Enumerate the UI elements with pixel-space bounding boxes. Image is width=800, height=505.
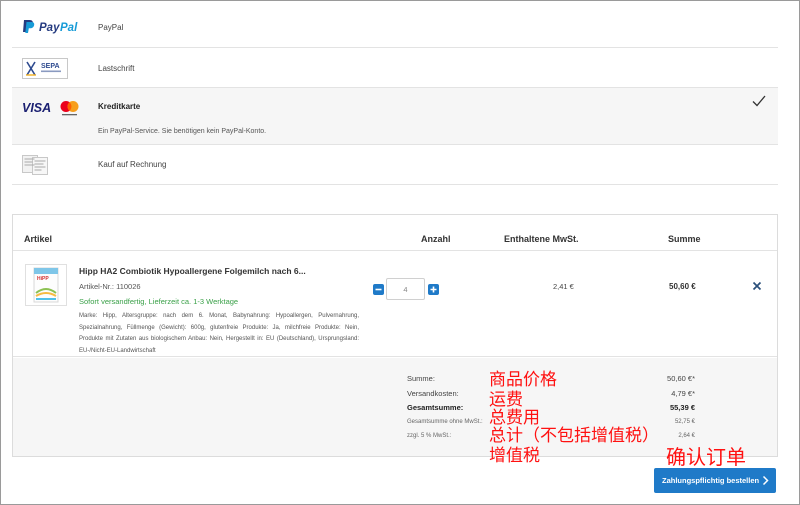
total-label: Summe: bbox=[407, 374, 435, 383]
place-order-button[interactable]: Zahlungspflichtig bestellen bbox=[654, 468, 776, 493]
payment-option-paypal[interactable]: Pay Pal PayPal bbox=[12, 7, 778, 48]
header-artikel: Artikel bbox=[24, 234, 53, 244]
remove-item-button[interactable] bbox=[751, 280, 763, 292]
header-mwst: Enthaltene MwSt. bbox=[504, 234, 579, 244]
annotation-vat: 增值税 bbox=[489, 446, 540, 466]
svg-text:SEPA: SEPA bbox=[41, 63, 60, 70]
payment-label-invoice: Kauf auf Rechnung bbox=[98, 160, 167, 169]
product-delivery-status: Sofort versandfertig, Lieferzeit ca. 1-3… bbox=[79, 297, 239, 306]
total-label: zzgl. 5 % MwSt.: bbox=[407, 433, 452, 439]
total-label: Versandkosten: bbox=[407, 389, 459, 398]
product-box-icon: HiPP bbox=[33, 267, 59, 303]
total-value: 4,79 €* bbox=[671, 389, 695, 398]
quantity-decrease-button[interactable] bbox=[373, 284, 384, 295]
checkmark-icon bbox=[752, 95, 766, 107]
svg-text:HiPP: HiPP bbox=[37, 276, 49, 282]
cart-item-row: HiPP Hipp HA2 Combiotik Hypoallergene Fo… bbox=[13, 251, 777, 357]
payment-label-sepa: Lastschrift bbox=[98, 64, 135, 73]
payment-description: Ein PayPal-Service. Sie benötigen kein P… bbox=[98, 128, 267, 135]
place-order-label: Zahlungspflichtig bestellen bbox=[662, 476, 760, 485]
svg-text:Pay: Pay bbox=[39, 22, 60, 34]
total-value: 52,75 € bbox=[674, 419, 695, 425]
total-value: 55,39 € bbox=[669, 403, 695, 412]
annotation-confirm: 确认订单 bbox=[666, 445, 746, 469]
product-description: Marke: Hipp, Altersgruppe: nach dem 6. M… bbox=[79, 313, 359, 354]
total-label: Gesamtsumme: bbox=[407, 403, 464, 412]
cart-totals: Summe: 50,60 €* Versandkosten: 4,79 €* G… bbox=[13, 358, 777, 456]
item-sum-value: 50,60 € bbox=[669, 282, 696, 291]
close-icon bbox=[752, 281, 762, 291]
total-value: 2,64 € bbox=[678, 433, 695, 439]
total-value: 50,60 €* bbox=[667, 374, 695, 383]
payment-label-paypal: PayPal bbox=[98, 23, 124, 32]
product-sku: Artikel-Nr.: 110026 bbox=[79, 282, 141, 291]
payment-option-creditcard[interactable]: VISA Kreditkarte Ein PayPal-Service. Sie… bbox=[12, 88, 778, 145]
product-title[interactable]: Hipp HA2 Combiotik Hypoallergene Folgemi… bbox=[79, 266, 306, 276]
header-summe: Summe bbox=[668, 234, 701, 244]
cart-table: Artikel Anzahl Enthaltene MwSt. Summe Hi… bbox=[12, 214, 778, 457]
sepa-logo-icon: SEPA bbox=[22, 58, 68, 79]
visa-mastercard-logo-icon: VISA bbox=[22, 101, 79, 116]
quantity-input[interactable] bbox=[386, 278, 425, 300]
paypal-logo-icon: Pay Pal bbox=[23, 20, 78, 34]
header-anzahl: Anzahl bbox=[421, 234, 451, 244]
item-mwst-value: 2,41 € bbox=[553, 282, 574, 291]
svg-text:VISA: VISA bbox=[22, 101, 51, 115]
total-row-versand: Versandkosten: 4,79 €* bbox=[407, 389, 695, 401]
cart-header: Artikel Anzahl Enthaltene MwSt. Summe bbox=[13, 215, 777, 251]
product-image[interactable]: HiPP bbox=[25, 264, 67, 306]
payment-method-list: Pay Pal PayPal SEPA Lastschrift VISA Kre… bbox=[12, 7, 778, 185]
plus-icon bbox=[430, 286, 437, 293]
total-label: Gesamtsumme ohne MwSt.: bbox=[407, 419, 483, 425]
minus-icon bbox=[375, 288, 382, 291]
svg-text:Pal: Pal bbox=[60, 22, 78, 34]
chevron-right-icon bbox=[762, 475, 769, 486]
total-row-gesamt: Gesamtsumme: 55,39 € bbox=[407, 403, 695, 415]
quantity-increase-button[interactable] bbox=[428, 284, 439, 295]
invoice-logo-icon bbox=[22, 155, 48, 175]
payment-option-invoice[interactable]: Kauf auf Rechnung bbox=[12, 145, 778, 185]
payment-option-sepa[interactable]: SEPA Lastschrift bbox=[12, 48, 778, 88]
payment-label-creditcard: Kreditkarte bbox=[98, 102, 141, 111]
